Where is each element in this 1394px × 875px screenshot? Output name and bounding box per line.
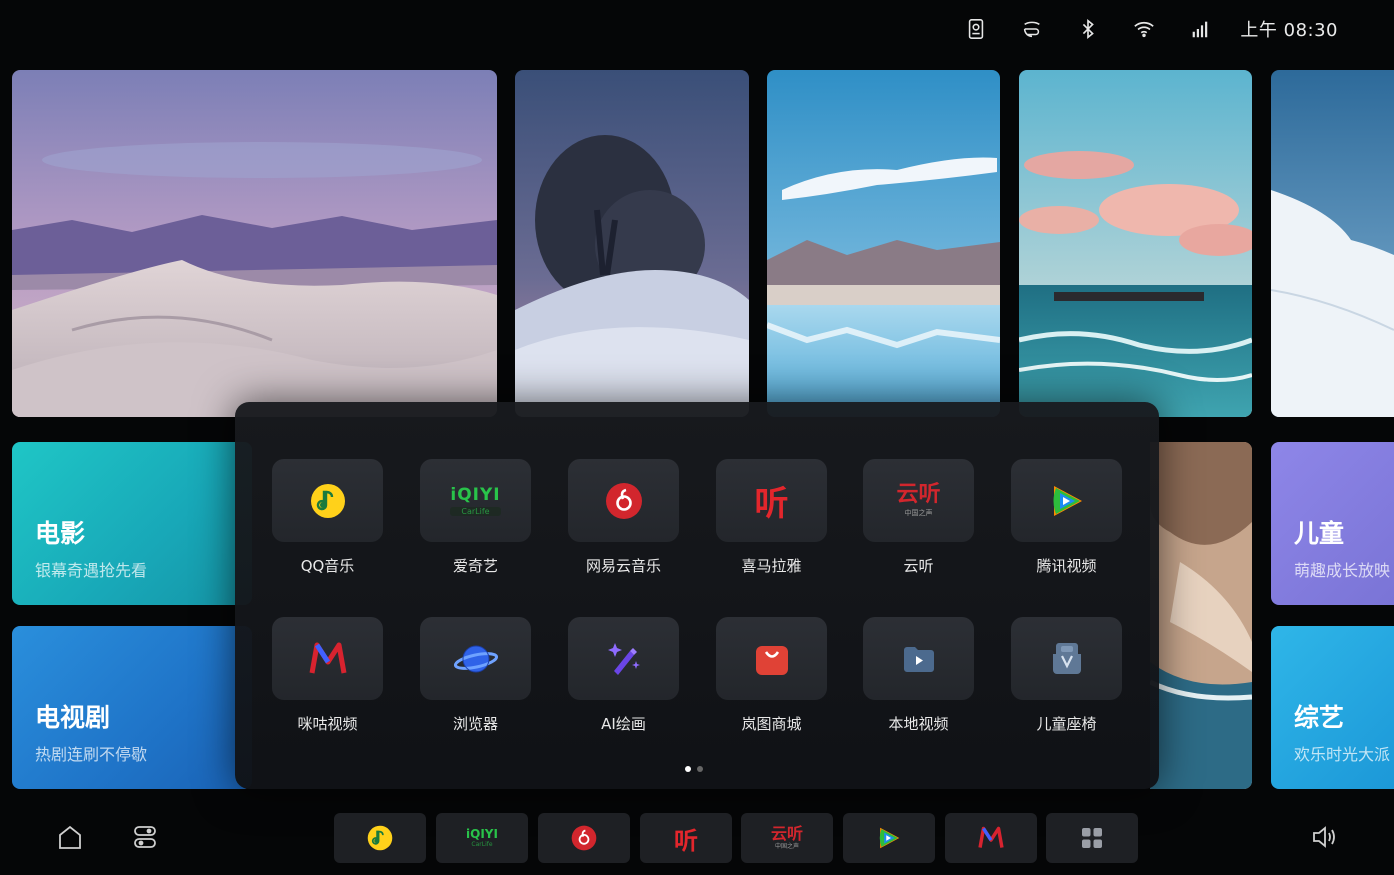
wallpaper-snow-tree-card[interactable]	[515, 70, 749, 417]
category-tile-tv[interactable]: 电视剧 热剧连刷不停歇	[12, 626, 252, 789]
app-tencent-video[interactable]: 腾讯视频	[1011, 459, 1122, 576]
app-ximalaya[interactable]: 听 喜马拉雅	[716, 459, 827, 576]
category-tile-variety[interactable]: 综艺 欢乐时光大派	[1271, 626, 1394, 789]
app-label: 云听	[903, 557, 934, 575]
status-bar: 上午 08:30	[934, 14, 1338, 44]
dock-migu-video-icon[interactable]	[945, 813, 1037, 863]
app-label: 网易云音乐	[585, 557, 661, 575]
iqiyi-icon: iQIYI CarLife	[420, 459, 531, 542]
home-icon[interactable]	[55, 822, 85, 852]
tile-title: 儿童	[1294, 519, 1345, 548]
settings-icon[interactable]	[130, 822, 160, 852]
dock-iqiyi-icon[interactable]: iQIYI CarLife	[436, 813, 528, 863]
app-voyah-mall[interactable]: 岚图商城	[716, 617, 827, 734]
app-iqiyi[interactable]: iQIYI CarLife 爱奇艺	[420, 459, 531, 576]
page-dot-active[interactable]	[685, 766, 691, 772]
ximalaya-icon: 听	[716, 459, 827, 542]
clock-time: 上午 08:30	[1240, 20, 1338, 41]
iqiyi-logo-subtext: CarLife	[450, 507, 501, 516]
netease-music-icon	[568, 459, 679, 542]
tile-subtitle: 银幕奇遇抢先看	[35, 561, 148, 580]
signal-icon	[1186, 15, 1214, 43]
app-label: 浏览器	[452, 715, 498, 733]
browser-icon	[420, 617, 531, 700]
app-label: 儿童座椅	[1036, 715, 1097, 733]
app-label: 喜马拉雅	[741, 557, 802, 575]
tile-subtitle: 萌趣成长放映	[1294, 561, 1391, 580]
app-netease-music[interactable]: 网易云音乐	[568, 459, 679, 576]
steering-icon[interactable]	[1018, 15, 1046, 43]
all-apps-icon[interactable]	[1046, 813, 1138, 863]
app-ai-paint[interactable]: AI绘画	[568, 617, 679, 734]
iqiyi-logo-text: iQIYI	[450, 485, 501, 505]
app-label: 腾讯视频	[1036, 557, 1097, 575]
yunting-logo-subtext: 中国之声	[904, 509, 933, 517]
dock-netease-music-icon[interactable]	[538, 813, 630, 863]
yunting-icon: 云听 中国之声	[863, 459, 974, 542]
ximalaya-logo-text: 听	[674, 826, 698, 855]
dock-ximalaya-icon[interactable]: 听	[640, 813, 732, 863]
ai-paint-icon	[568, 617, 679, 700]
wallpaper-desert-card[interactable]	[12, 70, 497, 417]
app-yunting[interactable]: 云听 中国之声 云听	[863, 459, 974, 576]
app-label: 咪咕视频	[297, 715, 358, 733]
category-tile-kids[interactable]: 儿童 萌趣成长放映	[1271, 442, 1394, 605]
driver-icon[interactable]	[962, 15, 990, 43]
voyah-mall-icon	[716, 617, 827, 700]
app-migu-video[interactable]: 咪咕视频	[272, 617, 383, 734]
app-label: 本地视频	[888, 715, 949, 733]
iqiyi-logo-subtext: CarLife	[471, 841, 493, 848]
app-local-video[interactable]: 本地视频	[863, 617, 974, 734]
qq-music-icon	[272, 459, 383, 542]
tile-title: 综艺	[1294, 703, 1345, 732]
yunting-logo-text: 云听	[896, 482, 941, 507]
wifi-icon[interactable]	[1130, 15, 1158, 43]
tile-subtitle: 热剧连刷不停歇	[35, 745, 148, 764]
yunting-logo-text: 云听	[770, 824, 803, 843]
page-indicator[interactable]	[685, 766, 703, 772]
app-label: 爱奇艺	[452, 557, 498, 575]
tile-title: 电影	[35, 519, 86, 548]
migu-video-icon	[272, 617, 383, 700]
app-qq-music[interactable]: QQ音乐	[272, 459, 383, 576]
page-dot[interactable]	[697, 766, 703, 772]
tile-title: 电视剧	[35, 703, 111, 732]
app-label: QQ音乐	[300, 557, 355, 575]
wallpaper-coast-card[interactable]	[1150, 442, 1252, 789]
app-browser[interactable]: 浏览器	[420, 617, 531, 734]
volume-icon[interactable]	[1309, 822, 1339, 852]
local-video-icon	[863, 617, 974, 700]
category-tile-movie[interactable]: 电影 银幕奇遇抢先看	[12, 442, 252, 605]
wallpaper-lake-card[interactable]	[767, 70, 1000, 417]
wallpaper-snow-slope-card[interactable]	[1271, 70, 1394, 417]
app-drawer: QQ音乐 iQIYI CarLife 爱奇艺 网易云音乐 听 喜马拉雅 云听 中…	[235, 402, 1159, 789]
wallpaper-ocean-card[interactable]	[1019, 70, 1252, 417]
tile-subtitle: 欢乐时光大派	[1294, 745, 1391, 764]
app-label: AI绘画	[601, 715, 646, 733]
app-label: 岚图商城	[741, 715, 802, 733]
dock-qq-music-icon[interactable]	[334, 813, 426, 863]
ximalaya-logo-text: 听	[754, 484, 789, 524]
bluetooth-icon[interactable]	[1074, 15, 1102, 43]
dock-tencent-video-icon[interactable]	[843, 813, 935, 863]
app-child-seat[interactable]: 儿童座椅	[1011, 617, 1122, 734]
child-seat-icon	[1011, 617, 1122, 700]
tencent-video-icon	[1011, 459, 1122, 542]
dock-yunting-icon[interactable]: 云听 中国之声	[741, 813, 833, 863]
yunting-logo-subtext: 中国之声	[774, 843, 799, 850]
iqiyi-logo-text: iQIYI	[466, 827, 498, 841]
